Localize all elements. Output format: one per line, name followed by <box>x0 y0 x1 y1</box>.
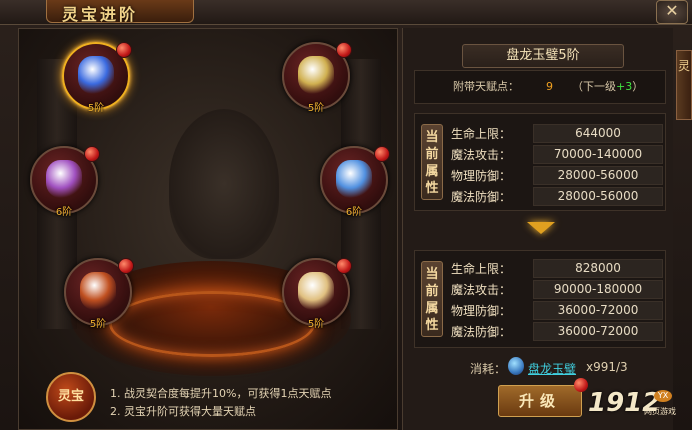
talent-points-row: 附带天赋点： 9 （下一级+3） <box>414 70 666 104</box>
watermark-yx: YX <box>654 390 672 402</box>
side-tab[interactable]: 灵 <box>676 50 692 120</box>
attr-row: 魔法防御： 36000-72000 <box>447 322 663 341</box>
red-gem-icon <box>118 258 134 274</box>
current-attr-tag: 当前属性 <box>421 124 443 200</box>
cost-item-link[interactable]: 盘龙玉璧 <box>528 360 576 377</box>
statue-relief <box>169 109 279 259</box>
lingbao-badge[interactable]: 灵宝 <box>46 372 96 422</box>
watermark-sub: 网页游戏 <box>644 407 676 416</box>
orb-red-umbrella-icon <box>80 272 116 310</box>
orb-level: 6阶 <box>55 207 73 218</box>
close-button[interactable]: ✕ <box>656 0 688 24</box>
orb-level: 5阶 <box>89 319 107 330</box>
item-name-bar: 盘龙玉璧5阶 <box>462 44 624 68</box>
red-gem-icon <box>116 42 132 58</box>
current-attributes: 当前属性 生命上限： 644000 魔法攻击： 70000-140000 物理防御：… <box>414 113 666 211</box>
orb-bagua-mirror-icon <box>298 272 334 310</box>
tip-line-2: 2. 灵宝升阶可获得大量天赋点 <box>110 405 256 418</box>
orb-blue-flame-icon <box>78 56 114 94</box>
talent-value: 9 <box>546 80 553 93</box>
red-gem-icon <box>336 42 352 58</box>
attr-row: 生命上限： 828000 <box>447 259 663 278</box>
orb-golden-mirror[interactable]: 5阶 <box>282 42 352 114</box>
talent-next: （下一级+3） <box>572 80 644 93</box>
attr-row: 魔法攻击： 90000-180000 <box>447 280 663 299</box>
attr-row: 物理防御： 36000-72000 <box>447 301 663 320</box>
orb-purple-gourd-icon <box>46 160 82 198</box>
orb-golden-mirror-icon <box>298 56 334 94</box>
orb-blue-flame[interactable]: 5阶 <box>62 42 132 114</box>
red-gem-icon <box>374 146 390 162</box>
cost-label: 消耗： <box>470 362 507 376</box>
cost-count: x991/3 <box>586 360 628 374</box>
next-attr-tag: 当前属性 <box>421 261 443 337</box>
orb-bagua-mirror[interactable]: 5阶 <box>282 258 352 330</box>
attr-row: 魔法防御： 28000-56000 <box>447 187 663 206</box>
orb-purple-gourd[interactable]: 6阶 <box>30 146 100 218</box>
upgrade-button[interactable]: 升级 <box>498 385 582 417</box>
attr-row: 魔法攻击： 70000-140000 <box>447 145 663 164</box>
orb-red-umbrella[interactable]: 5阶 <box>64 258 134 330</box>
window-title: 灵宝进阶 <box>62 5 139 24</box>
orb-ice-crystal-icon <box>336 160 372 198</box>
attr-row: 生命上限： 644000 <box>447 124 663 143</box>
red-gem-icon <box>84 146 100 162</box>
red-gem-icon <box>574 378 588 392</box>
red-gem-icon <box>336 258 352 274</box>
upgrade-arrow-icon <box>527 222 555 234</box>
orb-level: 6阶 <box>345 207 363 218</box>
orb-level: 5阶 <box>307 103 325 114</box>
orb-level: 5阶 <box>307 319 325 330</box>
attr-row: 物理防御： 28000-56000 <box>447 166 663 185</box>
orb-ice-crystal[interactable]: 6阶 <box>320 146 390 218</box>
jade-disc-icon[interactable] <box>508 357 524 375</box>
tip-line-1: 1. 战灵契合度每提升10%，可获得1点天赋点 <box>110 387 332 400</box>
orb-level: 5阶 <box>87 103 105 114</box>
next-attributes: 当前属性 生命上限： 828000 魔法攻击： 90000-180000 物理防御：… <box>414 250 666 348</box>
talent-label: 附带天赋点： <box>453 80 519 93</box>
